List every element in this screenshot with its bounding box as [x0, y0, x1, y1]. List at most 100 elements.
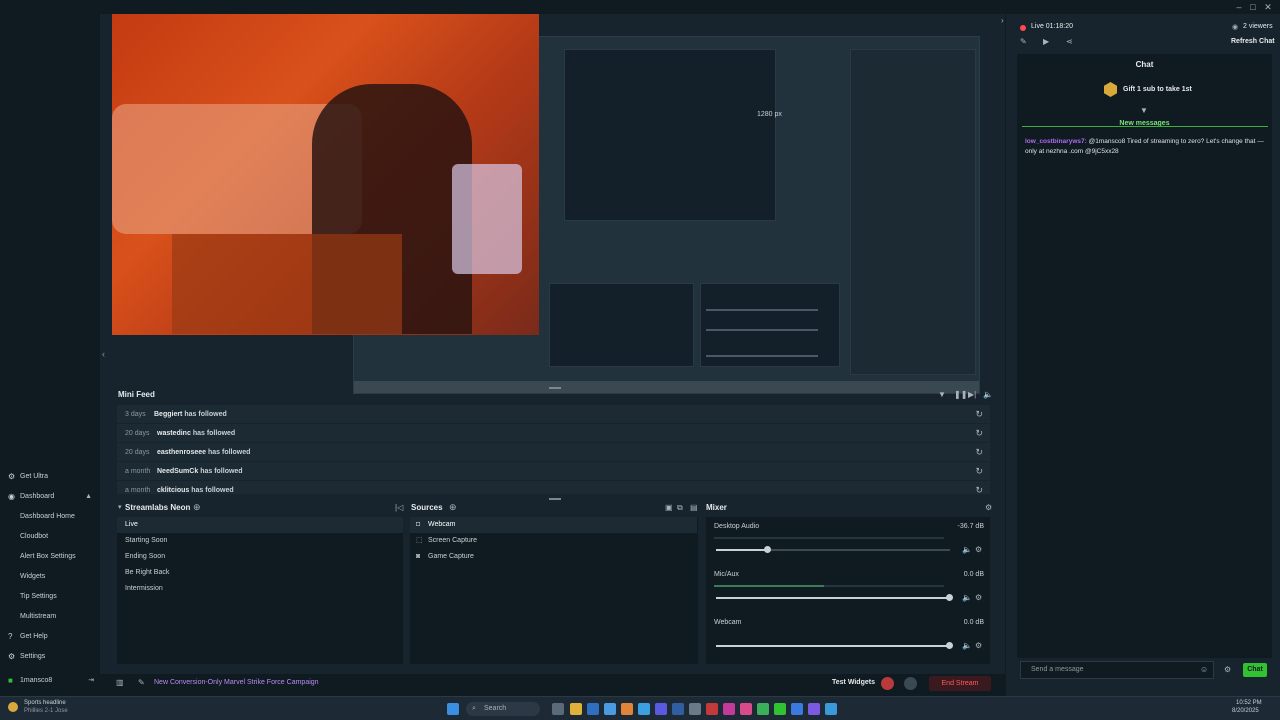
- scene-item-ending-soon[interactable]: Ending Soon: [117, 549, 403, 565]
- start-icon[interactable]: [447, 703, 459, 715]
- app-icon[interactable]: [604, 703, 616, 715]
- volume-slider[interactable]: [716, 546, 950, 553]
- gear-icon[interactable]: ⚙: [975, 593, 982, 602]
- scene-transition-icon[interactable]: |◁: [395, 503, 403, 512]
- end-stream-button[interactable]: End Stream: [929, 676, 991, 691]
- sidebar-item-dashboard-home[interactable]: Dashboard Home: [0, 508, 100, 526]
- app-icon[interactable]: [655, 703, 667, 715]
- collapse-left-icon[interactable]: ‹: [102, 349, 105, 359]
- clock-date[interactable]: 8/20/2025: [1232, 708, 1259, 714]
- app-icon[interactable]: [552, 703, 564, 715]
- group-icon[interactable]: ⧉: [677, 503, 683, 513]
- campaign-link[interactable]: New Conversion-Only Marvel Strike Force …: [154, 679, 319, 686]
- app-icon[interactable]: [723, 703, 735, 715]
- sidebar-item-settings[interactable]: ⚙ Settings: [0, 648, 100, 666]
- source-item-game-capture[interactable]: ◙ Game Capture: [410, 549, 697, 565]
- maximize-icon[interactable]: □: [1246, 1, 1260, 13]
- app-icon[interactable]: [672, 703, 684, 715]
- taskbar-search[interactable]: ⌕ Search: [466, 702, 540, 716]
- skip-icon[interactable]: ▶|: [968, 390, 976, 399]
- volume-icon[interactable]: 🔈: [962, 641, 972, 650]
- resize-handle[interactable]: [549, 498, 561, 500]
- close-icon[interactable]: ✕: [1261, 1, 1275, 13]
- feed-user[interactable]: cklitcious: [157, 487, 189, 494]
- volume-slider[interactable]: [716, 594, 953, 601]
- replay-buffer-button[interactable]: [904, 677, 917, 690]
- volume-icon[interactable]: 🔈: [983, 390, 993, 399]
- stream-preview[interactable]: ‹ 1280 px: [102, 14, 1005, 394]
- app-icon[interactable]: [757, 703, 769, 715]
- sidebar-item-widgets[interactable]: Widgets: [0, 568, 100, 586]
- add-scene-icon[interactable]: ⊕: [193, 502, 201, 513]
- scene-item-live[interactable]: Live: [117, 517, 403, 533]
- app-icon[interactable]: [774, 703, 786, 715]
- scene-item-be-right-back[interactable]: Be Right Back: [117, 565, 403, 581]
- source-folder-icon[interactable]: ▤: [690, 503, 698, 512]
- pause-icon[interactable]: ❚❚: [954, 390, 967, 399]
- replay-icon[interactable]: ↻: [975, 405, 983, 424]
- chat-input[interactable]: Send a message: [1020, 661, 1214, 679]
- gear-icon[interactable]: ⚙: [975, 545, 982, 554]
- chevron-right-icon[interactable]: ›: [1001, 16, 1004, 25]
- scene-item-intermission[interactable]: Intermission: [117, 581, 403, 597]
- chat-settings-icon[interactable]: ⚙: [1224, 665, 1231, 674]
- chevron-down-icon[interactable]: ▾: [118, 503, 122, 511]
- refresh-chat-button[interactable]: Refresh Chat: [1231, 38, 1275, 45]
- scene-collection-title[interactable]: Streamlabs Neon: [125, 503, 190, 512]
- chevron-down-icon[interactable]: ▼: [1140, 106, 1148, 115]
- chevron-up-icon[interactable]: ▲: [85, 488, 92, 506]
- feed-user[interactable]: wastedinc: [157, 430, 191, 437]
- app-icon[interactable]: [587, 703, 599, 715]
- minimize-icon[interactable]: –: [1232, 1, 1246, 13]
- feed-user[interactable]: Beggiert: [154, 411, 182, 418]
- volume-slider[interactable]: [716, 642, 953, 649]
- gear-icon[interactable]: ⚙: [975, 641, 982, 650]
- stats-icon[interactable]: ▥: [116, 678, 124, 687]
- app-icon[interactable]: [706, 703, 718, 715]
- record-button[interactable]: [881, 677, 894, 690]
- replay-icon[interactable]: ↻: [975, 443, 983, 462]
- app-icon[interactable]: [740, 703, 752, 715]
- source-item-webcam[interactable]: ◘ Webcam: [410, 517, 697, 533]
- scene-item-starting-soon[interactable]: Starting Soon: [117, 533, 403, 549]
- chat-send-button[interactable]: Chat: [1243, 663, 1267, 677]
- replay-icon[interactable]: ↻: [975, 481, 983, 494]
- clock-time[interactable]: 10:52 PM: [1236, 700, 1262, 706]
- edit-icon[interactable]: ✎: [1020, 37, 1027, 46]
- app-icon[interactable]: [621, 703, 633, 715]
- test-widgets-label[interactable]: Test Widgets: [832, 679, 875, 686]
- sidebar-item-dashboard[interactable]: ◉ Dashboard ▲: [0, 488, 100, 506]
- chat-message-user[interactable]: low_costbinaryws7:: [1025, 138, 1087, 145]
- mixer-settings-icon[interactable]: ⚙: [985, 503, 992, 512]
- folder-icon[interactable]: ▣: [665, 503, 673, 512]
- app-icon[interactable]: [791, 703, 803, 715]
- replay-icon[interactable]: ↻: [975, 462, 983, 481]
- app-icon[interactable]: [570, 703, 582, 715]
- app-icon[interactable]: [825, 703, 837, 715]
- video-icon[interactable]: ▶: [1043, 37, 1049, 46]
- sidebar-item-alert-box-settings[interactable]: Alert Box Settings: [0, 548, 100, 566]
- feed-user[interactable]: easthenroseee: [157, 449, 206, 456]
- source-item-screen-capture[interactable]: ⬚ Screen Capture: [410, 533, 697, 549]
- volume-icon[interactable]: 🔈: [962, 593, 972, 602]
- replay-icon[interactable]: ↻: [975, 424, 983, 443]
- sidebar-item-cloudbot[interactable]: Cloudbot: [0, 528, 100, 546]
- sidebar-item-get-help[interactable]: ? Get Help: [0, 628, 100, 646]
- volume-icon[interactable]: 🔈: [962, 545, 972, 554]
- sidebar-user[interactable]: ■ 1mansco8 ⇥: [0, 672, 100, 690]
- emote-icon[interactable]: ☺: [1200, 665, 1208, 674]
- resize-handle[interactable]: [549, 387, 561, 389]
- sidebar-item-get-ultra[interactable]: ⚙ Get Ultra: [0, 468, 100, 486]
- gift-sub-prompt[interactable]: Gift 1 sub to take 1st: [1123, 86, 1192, 93]
- share-icon[interactable]: ⋖: [1066, 37, 1073, 46]
- filter-icon[interactable]: ▼: [938, 390, 946, 399]
- app-icon[interactable]: [638, 703, 650, 715]
- sidebar-item-multistream[interactable]: Multistream: [0, 608, 100, 626]
- logout-icon[interactable]: ⇥: [88, 672, 94, 690]
- weather-title[interactable]: Sports headline: [24, 700, 66, 706]
- sidebar-item-tip-settings[interactable]: Tip Settings: [0, 588, 100, 606]
- feed-user[interactable]: NeedSumCk: [157, 468, 198, 475]
- app-icon[interactable]: [808, 703, 820, 715]
- add-source-icon[interactable]: ⊕: [449, 502, 457, 513]
- app-icon[interactable]: [689, 703, 701, 715]
